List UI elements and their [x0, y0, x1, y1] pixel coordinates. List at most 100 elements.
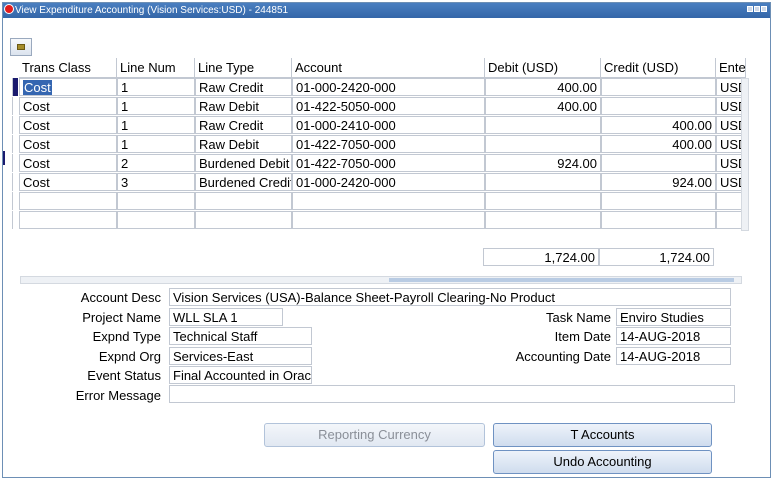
reporting-currency-button[interactable]: Reporting Currency [264, 423, 485, 447]
table-cell-account[interactable]: 01-422-7050-000 [292, 154, 485, 172]
table-cell-account[interactable] [292, 192, 485, 210]
item-date-label: Item Date [554, 329, 611, 344]
table-horizontal-scrollbar[interactable] [20, 276, 742, 284]
table-cell-line-type[interactable]: Raw Debit [195, 97, 292, 115]
table-cell-debit[interactable] [485, 192, 601, 210]
table-cell-trans-class[interactable] [19, 211, 117, 229]
accounting-lines-table: Trans Class Line Num Line Type Account D… [12, 58, 747, 233]
table-cell-line-num[interactable]: 3 [117, 173, 195, 191]
task-name-field[interactable]: Enviro Studies [616, 308, 731, 326]
folder-icon [17, 44, 25, 50]
row-indicator[interactable] [12, 154, 18, 172]
table-cell-credit[interactable] [601, 192, 716, 210]
column-header-account[interactable]: Account [292, 58, 485, 78]
table-cell-trans-class[interactable]: Cost [19, 154, 117, 172]
expnd-org-field[interactable]: Services-East [169, 347, 312, 365]
table-cell-line-num[interactable]: 1 [117, 116, 195, 134]
total-debit: 1,724.00 [483, 248, 599, 266]
title-bar: View Expenditure Accounting (Vision Serv… [3, 3, 770, 18]
table-cell-credit[interactable] [601, 154, 716, 172]
selected-text: Cost [23, 80, 52, 95]
project-name-field[interactable]: WLL SLA 1 [169, 308, 283, 326]
table-cell-line-num[interactable] [117, 211, 195, 229]
table-cell-debit[interactable]: 400.00 [485, 78, 601, 96]
expenditure-accounting-window: View Expenditure Accounting (Vision Serv… [2, 2, 771, 478]
table-cell-credit[interactable]: 400.00 [601, 116, 716, 134]
table-cell-credit[interactable] [601, 97, 716, 115]
event-status-label: Event Status [87, 368, 161, 383]
error-message-label: Error Message [75, 388, 161, 403]
table-cell-line-type[interactable]: Raw Credit [195, 78, 292, 96]
row-indicator[interactable] [12, 173, 18, 191]
table-cell-trans-class[interactable]: Cost [19, 97, 117, 115]
table-cell-debit[interactable] [485, 135, 601, 153]
table-cell-trans-class[interactable]: Cost [19, 173, 117, 191]
window-title: View Expenditure Accounting (Vision Serv… [15, 5, 289, 16]
row-indicator[interactable] [12, 192, 18, 210]
expnd-type-label: Expnd Type [92, 329, 161, 344]
table-cell-line-num[interactable]: 1 [117, 135, 195, 153]
item-date-field[interactable]: 14-AUG-2018 [616, 327, 731, 345]
scrollbar-thumb[interactable] [389, 278, 734, 282]
table-cell-debit[interactable] [485, 173, 601, 191]
t-accounts-button[interactable]: T Accounts [493, 423, 712, 447]
expnd-type-field[interactable]: Technical Staff [169, 327, 312, 345]
error-message-field[interactable] [169, 385, 735, 403]
record-marker [3, 151, 5, 165]
expnd-org-label: Expnd Org [98, 349, 161, 364]
minimize-icon[interactable] [747, 6, 753, 12]
table-cell-line-type[interactable]: Burdened Credit [195, 173, 292, 191]
table-cell-line-type[interactable]: Raw Debit [195, 135, 292, 153]
table-cell-trans-class[interactable]: Cost [19, 78, 117, 96]
table-cell-account[interactable]: 01-422-5050-000 [292, 97, 485, 115]
accounting-date-field[interactable]: 14-AUG-2018 [616, 347, 731, 365]
table-cell-line-type[interactable] [195, 211, 292, 229]
table-cell-debit[interactable] [485, 116, 601, 134]
table-cell-trans-class[interactable]: Cost [19, 116, 117, 134]
table-cell-debit[interactable]: 400.00 [485, 97, 601, 115]
row-indicator[interactable] [12, 211, 18, 229]
table-cell-line-type[interactable] [195, 192, 292, 210]
column-header-trans-class[interactable]: Trans Class [19, 58, 117, 78]
table-vertical-scrollbar[interactable] [741, 78, 749, 231]
table-cell-debit[interactable] [485, 211, 601, 229]
table-cell-debit[interactable]: 924.00 [485, 154, 601, 172]
maximize-icon[interactable] [754, 6, 760, 12]
column-header-debit[interactable]: Debit (USD) [485, 58, 601, 78]
table-cell-line-type[interactable]: Raw Credit [195, 116, 292, 134]
table-cell-trans-class[interactable]: Cost [19, 135, 117, 153]
close-icon[interactable] [761, 6, 767, 12]
total-credit: 1,724.00 [599, 248, 714, 266]
column-header-line-num[interactable]: Line Num [117, 58, 195, 78]
table-cell-account[interactable]: 01-000-2420-000 [292, 173, 485, 191]
table-cell-account[interactable]: 01-422-7050-000 [292, 135, 485, 153]
table-cell-line-num[interactable]: 1 [117, 97, 195, 115]
table-cell-credit[interactable] [601, 211, 716, 229]
table-cell-credit[interactable]: 400.00 [601, 135, 716, 153]
table-cell-account[interactable]: 01-000-2420-000 [292, 78, 485, 96]
table-cell-account[interactable]: 01-000-2410-000 [292, 116, 485, 134]
table-cell-credit[interactable]: 924.00 [601, 173, 716, 191]
oracle-icon [4, 4, 14, 14]
column-header-credit[interactable]: Credit (USD) [601, 58, 716, 78]
row-indicator[interactable] [12, 97, 18, 115]
column-header-line-type[interactable]: Line Type [195, 58, 292, 78]
table-cell-trans-class[interactable] [19, 192, 117, 210]
row-indicator[interactable] [12, 116, 18, 134]
event-status-field[interactable]: Final Accounted in Oracle [169, 366, 312, 384]
table-cell-account[interactable] [292, 211, 485, 229]
row-indicator-active[interactable] [12, 78, 18, 96]
table-cell-line-num[interactable]: 2 [117, 154, 195, 172]
account-desc-field[interactable]: Vision Services (USA)-Balance Sheet-Payr… [169, 288, 731, 306]
table-cell-credit[interactable] [601, 78, 716, 96]
row-indicator[interactable] [12, 135, 18, 153]
table-cell-line-num[interactable]: 1 [117, 78, 195, 96]
column-header-entered[interactable]: Ente [716, 58, 746, 78]
table-cell-line-type[interactable]: Burdened Debit [195, 154, 292, 172]
undo-accounting-button[interactable]: Undo Accounting [493, 450, 712, 474]
window-controls [747, 6, 767, 12]
table-cell-line-num[interactable] [117, 192, 195, 210]
accounting-date-label: Accounting Date [515, 349, 611, 364]
folder-button[interactable] [10, 38, 32, 56]
project-name-label: Project Name [82, 310, 161, 325]
